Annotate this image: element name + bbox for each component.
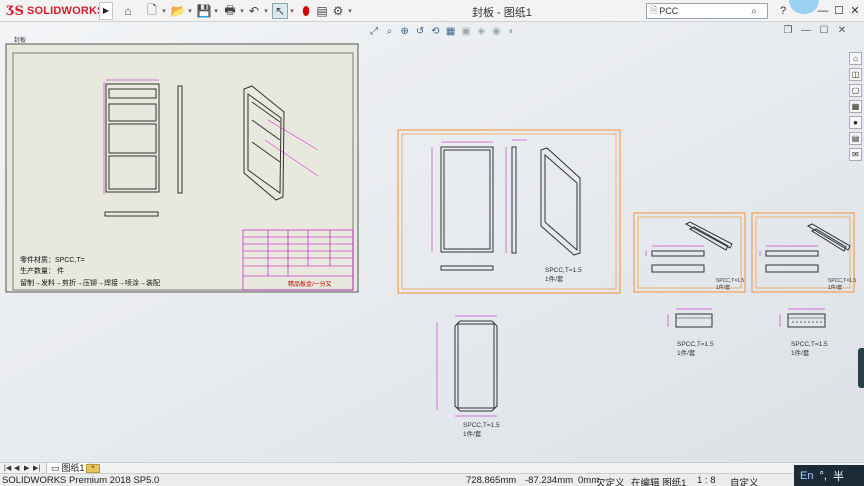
title-block-mark: 精品板金/一分又: [288, 280, 332, 288]
first-sheet-icon[interactable]: |◀: [4, 464, 11, 472]
drawing-sheet-preview[interactable]: 封板 零件材质：SPCC,T= 生产数量： 件 留制→发料→剪折→压铆→焊接→喷: [5, 36, 359, 293]
units-indicator[interactable]: 自定义: [730, 475, 759, 486]
sheet-scale[interactable]: 1 : 8: [697, 475, 716, 486]
new-dropdown-icon[interactable]: ▾: [160, 3, 168, 19]
select-dropdown-icon[interactable]: ▾: [288, 3, 296, 19]
maximize-document-icon[interactable]: ☐: [818, 25, 830, 36]
close-document-icon[interactable]: ✕: [836, 25, 848, 36]
status-bar: SOLIDWORKS Premium 2018 SP5.0 728.865mm …: [0, 473, 864, 486]
zoom-to-sheet-icon[interactable]: ⊕: [399, 25, 411, 38]
search-scope-icon[interactable]: 🗎: [650, 3, 657, 19]
appearance-icon[interactable]: ◐: [506, 25, 518, 38]
display-style-icon[interactable]: ◈: [475, 25, 487, 38]
forum-icon[interactable]: ✉: [849, 148, 862, 161]
heads-up-view-toolbar: ⤢ ⌕ ⊕ ↺ ⟲ ▦ ▣ ◈ ◉ ◐: [368, 23, 518, 39]
print-icon[interactable]: 🖶: [222, 3, 238, 19]
flat-view-spec: SPCC,T=1.5: [463, 422, 500, 429]
task-pane: ⌂ ◫ ▢ ▦ ● ▤ ✉: [849, 52, 863, 161]
sheet-view-label: 封板: [14, 36, 26, 44]
document-title: 封板 - 图纸1: [472, 7, 532, 19]
custom-properties-icon[interactable]: ▤: [849, 132, 862, 145]
ime-indicator[interactable]: En °, 半: [794, 465, 864, 486]
side-panel-tab[interactable]: [858, 348, 864, 388]
hide-show-items-icon[interactable]: ◉: [490, 25, 502, 38]
user-avatar[interactable]: [789, 0, 819, 14]
undo-icon[interactable]: ↶: [246, 3, 262, 19]
cursor-x: 728.865mm: [466, 475, 517, 486]
part3-qty: 1件/套: [791, 348, 810, 357]
last-sheet-icon[interactable]: ▶|: [33, 464, 40, 472]
add-sheet-icon[interactable]: +: [86, 464, 100, 473]
sheet-note-material: 零件材质：SPCC,T=: [20, 255, 85, 264]
part2-frame-qty: 1件/套: [716, 284, 730, 291]
rotate-view-icon[interactable]: ⟲: [429, 25, 441, 38]
maximize-button[interactable]: ☐: [832, 3, 846, 19]
part3-frame-spec: SPCC,T=1.5: [828, 278, 856, 284]
restore-document-icon[interactable]: ❐: [782, 25, 794, 36]
solidworks-logo[interactable]: ƷS SOLIDWORKS: [6, 3, 105, 19]
view-orientation-icon[interactable]: ▣: [460, 25, 472, 38]
previous-view-icon[interactable]: ↺: [414, 25, 426, 38]
open-dropdown-icon[interactable]: ▾: [186, 3, 194, 19]
design-library-icon[interactable]: ◫: [849, 68, 862, 81]
search-box[interactable]: 🗎 ⌕: [646, 3, 768, 19]
search-icon[interactable]: ⌕: [751, 6, 757, 17]
select-icon[interactable]: ↖: [272, 3, 288, 19]
print-dropdown-icon[interactable]: ▾: [238, 3, 246, 19]
file-explorer-icon[interactable]: ▢: [849, 84, 862, 97]
open-file-icon[interactable]: 📂: [170, 3, 186, 19]
sketch-state: 欠定义: [596, 478, 625, 486]
minimize-document-icon[interactable]: —: [800, 25, 812, 36]
new-file-icon[interactable]: 🗋: [144, 3, 160, 19]
sheet-note-process: 留制→发料→剪折→压铆→焊接→喷涂→装配: [20, 278, 160, 287]
part2-frame-spec: SPCC,T=1.5: [716, 278, 744, 284]
sheet-tabs-bar: |◀ ◀ ▶ ▶| ▭ 图纸1 +: [0, 462, 864, 474]
brand-name: SOLIDWORKS: [26, 5, 105, 17]
product-version: SOLIDWORKS Premium 2018 SP5.0: [2, 475, 160, 486]
view-palette-icon[interactable]: ▦: [849, 100, 862, 113]
close-button[interactable]: ✕: [848, 3, 862, 19]
resources-icon[interactable]: ⌂: [849, 52, 862, 65]
zoom-to-area-icon[interactable]: ⌕: [383, 25, 395, 38]
file-properties-icon[interactable]: ▤: [314, 3, 330, 19]
sheet-tab-label: 图纸1: [61, 463, 85, 473]
document-window-controls: ❐ — ☐ ✕: [782, 25, 848, 36]
ime-punctuation-icon[interactable]: °,: [819, 470, 826, 482]
options-dropdown-icon[interactable]: ▾: [346, 3, 354, 19]
options-gear-icon[interactable]: ⚙: [330, 3, 346, 19]
ime-half-width[interactable]: 半: [833, 468, 844, 484]
appearances-icon[interactable]: ●: [849, 116, 862, 129]
title-bar: ƷS SOLIDWORKS ▶ ⌂ 🗋 ▾ 📂 ▾ 💾 ▾ 🖶 ▾ ↶ ▾ ↖ …: [0, 0, 864, 22]
prev-sheet-icon[interactable]: ◀: [14, 464, 19, 472]
undo-dropdown-icon[interactable]: ▾: [262, 3, 270, 19]
main-view-spec: SPCC,T=1.5: [545, 267, 582, 274]
help-icon[interactable]: ?: [776, 3, 790, 19]
main-view-qty: 1件/套: [545, 274, 564, 283]
ime-language[interactable]: En: [800, 470, 813, 482]
search-input[interactable]: [659, 6, 752, 16]
zoom-to-fit-icon[interactable]: ⤢: [368, 25, 380, 38]
flat-view-qty: 1件/套: [463, 429, 482, 438]
sheet-note-quantity: 生产数量： 件: [20, 266, 64, 275]
part3-spec: SPCC,T=1.5: [791, 341, 828, 348]
save-icon[interactable]: 💾: [196, 3, 212, 19]
drawing-canvas[interactable]: 封板 零件材质：SPCC,T= 生产数量： 件 留制→发料→剪折→压铆→焊接→喷: [0, 22, 864, 462]
section-view-icon[interactable]: ▦: [444, 25, 456, 38]
home-icon[interactable]: ⌂: [120, 3, 136, 19]
menu-expand-arrow-icon[interactable]: ▶: [99, 2, 113, 20]
sheet-icon: ▭: [51, 463, 60, 473]
part2-qty: 1件/套: [677, 348, 696, 357]
edit-mode: 在编辑 图纸1: [631, 478, 687, 486]
next-sheet-icon[interactable]: ▶: [24, 464, 29, 472]
save-dropdown-icon[interactable]: ▾: [212, 3, 220, 19]
minimize-button[interactable]: —: [816, 3, 830, 19]
ds-logo-icon: ƷS: [6, 3, 24, 19]
part2-spec: SPCC,T=1.5: [677, 341, 714, 348]
part3-frame-qty: 1件/套: [828, 284, 842, 291]
traffic-light-icon[interactable]: ⬮: [298, 3, 314, 19]
cursor-y: -87.234mm: [525, 475, 574, 486]
